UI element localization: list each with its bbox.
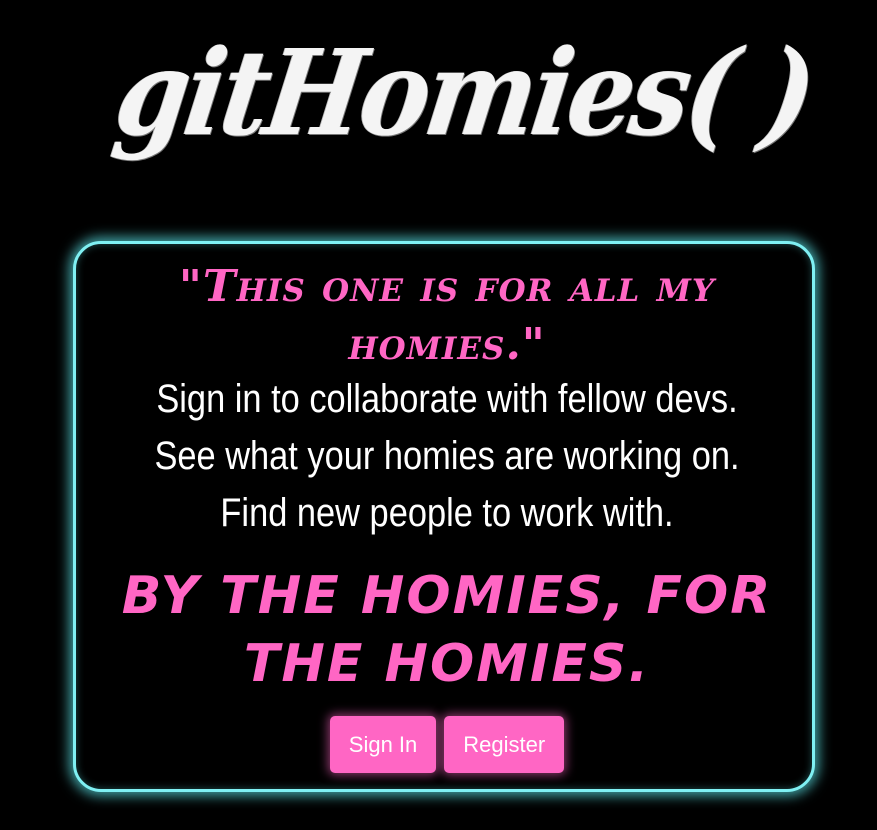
register-button[interactable]: Register bbox=[444, 716, 565, 773]
welcome-card: "This one is for all my homies." Sign in… bbox=[73, 241, 815, 792]
tagline: BY THE HOMIES, FOR THE HOMIES. bbox=[121, 566, 773, 694]
description-line: See what your homies are working on. bbox=[154, 434, 740, 478]
quote-text: "This one is for all my homies." bbox=[178, 261, 716, 370]
logo-title: gitHomies( ) bbox=[107, 23, 821, 162]
sign-in-button[interactable]: Sign In bbox=[329, 716, 437, 773]
description-line: Sign in to collaborate with fellow devs. bbox=[156, 377, 738, 421]
description-line: Find new people to work with. bbox=[220, 491, 674, 535]
description-lines: Sign in to collaborate with fellow devs.… bbox=[86, 371, 808, 542]
auth-buttons: Sign In Register bbox=[76, 716, 818, 773]
site-logo: gitHomies( ) bbox=[0, 0, 877, 200]
